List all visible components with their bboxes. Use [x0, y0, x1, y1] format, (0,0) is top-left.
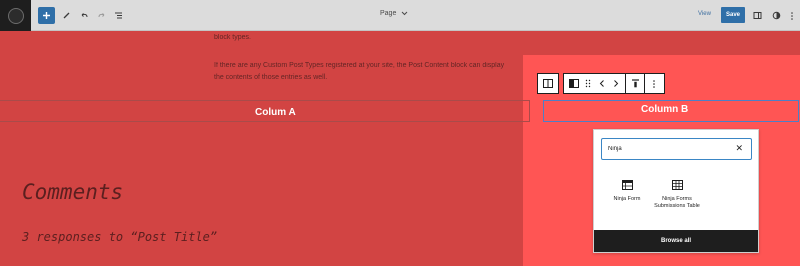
settings-sidebar-button[interactable] [752, 7, 762, 24]
chevron-down-icon [402, 11, 408, 16]
columns-icon [543, 79, 553, 88]
document-title: Page [380, 10, 397, 17]
drag-handle[interactable] [581, 77, 595, 91]
pencil-icon [63, 12, 69, 19]
chevron-right-icon [614, 80, 619, 87]
block-result-ninja-forms-submissions-table[interactable]: Ninja Forms Submissions Table [652, 179, 702, 210]
vertical-align-button[interactable] [628, 77, 642, 91]
block-controls-group [563, 73, 665, 94]
clear-search-icon[interactable]: ✕ [735, 143, 743, 154]
select-parent-button[interactable] [541, 77, 555, 91]
redo-button[interactable] [95, 7, 107, 24]
comments-title: 3 responses to “Post Title” [22, 230, 218, 244]
move-left-button[interactable] [595, 77, 609, 91]
styles-button[interactable] [771, 7, 781, 24]
tools-button[interactable] [60, 7, 72, 24]
form-table-icon [620, 179, 634, 191]
more-vertical-icon [791, 11, 793, 20]
list-view-button[interactable] [112, 7, 124, 24]
browse-all-button[interactable]: Browse all [594, 230, 758, 252]
block-type-button[interactable] [567, 77, 581, 91]
view-link[interactable]: View [698, 11, 711, 17]
comments-heading: Comments [22, 180, 124, 204]
align-top-icon [631, 79, 639, 88]
post-paragraph[interactable]: block types. [214, 32, 584, 44]
undo-button[interactable] [78, 7, 90, 24]
list-view-icon [114, 12, 122, 19]
paragraph-line: If there are any Custom Post Types regis… [214, 62, 505, 69]
block-search-input[interactable] [608, 146, 718, 152]
toolbar-divider [625, 73, 626, 94]
redo-icon [98, 13, 104, 18]
move-right-button[interactable] [609, 77, 623, 91]
drag-handle-icon [585, 79, 591, 88]
block-result-ninja-form[interactable]: Ninja Form [602, 179, 652, 203]
save-button[interactable]: Save [721, 7, 745, 23]
block-toolbar [537, 73, 665, 94]
plus-icon [43, 12, 50, 19]
half-circle-icon [772, 11, 780, 20]
column-b-heading: Column B [641, 104, 689, 115]
options-button[interactable] [787, 7, 797, 24]
parent-block-group [537, 73, 559, 94]
more-vertical-icon [653, 79, 655, 88]
chevron-left-icon [599, 80, 604, 87]
logo-icon [7, 7, 24, 24]
column-a-heading: Colum A [255, 107, 296, 118]
add-block-button[interactable] [38, 7, 55, 24]
editor-top-toolbar: Page View Save [0, 0, 800, 31]
column-icon [569, 79, 579, 88]
site-logo-button[interactable] [0, 0, 31, 31]
undo-icon [81, 13, 87, 18]
grid-table-icon [670, 179, 684, 191]
block-result-label: Ninja Forms Submissions Table [654, 196, 700, 209]
block-inserter-popover: ✕ Ninja Form Ninja Forms Submissions Tab… [593, 129, 759, 253]
block-result-label: Ninja Form [613, 196, 641, 202]
block-options-button[interactable] [647, 77, 661, 91]
sidebar-icon [753, 12, 761, 19]
document-title-dropdown[interactable]: Page [380, 10, 408, 17]
toolbar-divider [644, 73, 645, 94]
block-search-field[interactable]: ✕ [601, 138, 752, 160]
